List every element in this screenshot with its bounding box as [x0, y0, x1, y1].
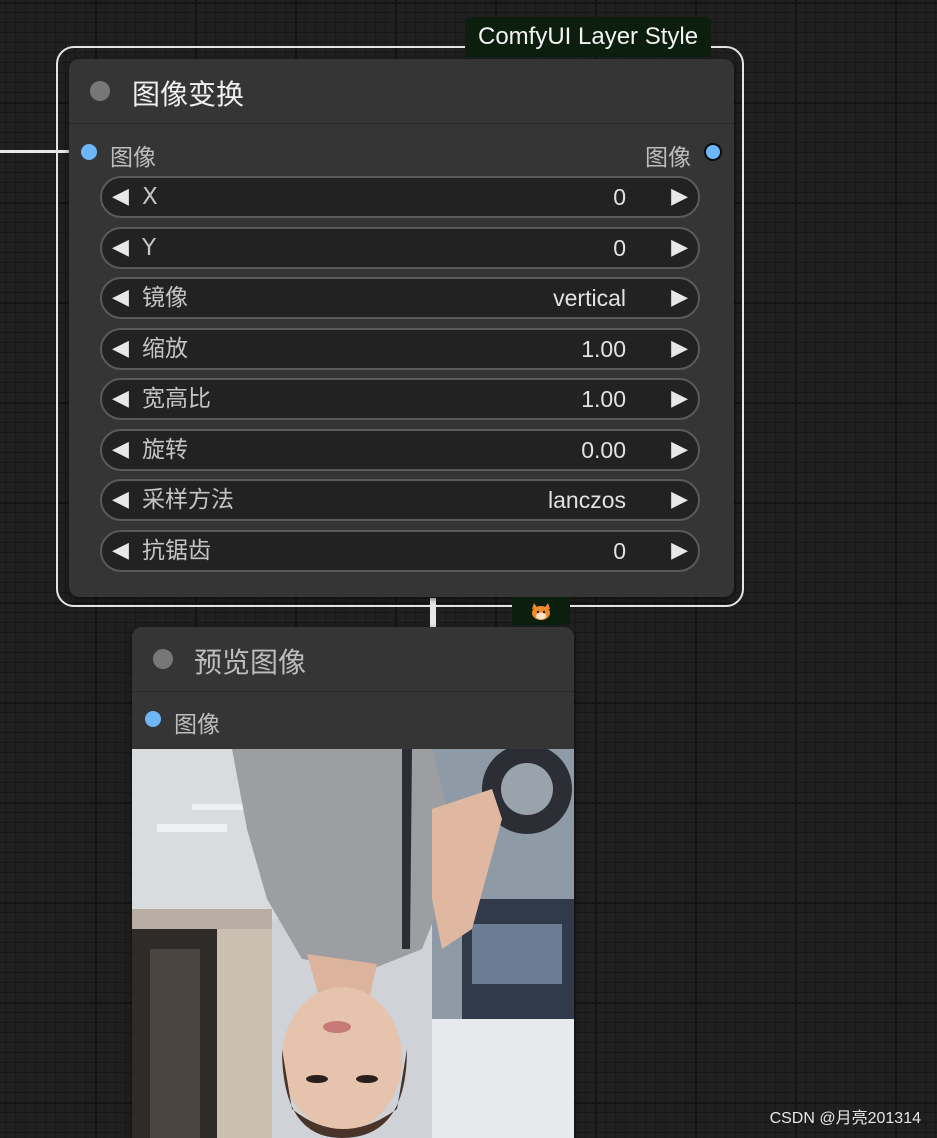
decrement-arrow-icon[interactable]: ◀	[112, 279, 129, 317]
decrement-arrow-icon[interactable]: ◀	[112, 380, 129, 418]
increment-arrow-icon[interactable]: ▶	[671, 481, 688, 519]
increment-arrow-icon[interactable]: ▶	[671, 229, 688, 267]
widget-value[interactable]: 0	[613, 229, 626, 267]
image-transform-node[interactable]: 图像变换 图像 图像 ◀ X 0 ▶ ◀ Y 0 ▶ ◀ 镜像 vertical…	[69, 59, 734, 597]
widget-value[interactable]: 1.00	[581, 330, 626, 368]
widget-label: 抗锯齿	[142, 538, 211, 564]
widget-value[interactable]: vertical	[553, 279, 626, 317]
widget-label: 采样方法	[142, 487, 234, 513]
node-header[interactable]: 图像变换	[69, 59, 734, 124]
increment-arrow-icon[interactable]: ▶	[671, 380, 688, 418]
widget-label: Y	[142, 235, 157, 261]
increment-arrow-icon[interactable]: ▶	[671, 330, 688, 368]
decrement-arrow-icon[interactable]: ◀	[112, 532, 129, 570]
decrement-arrow-icon[interactable]: ◀	[112, 330, 129, 368]
widget-label: 宽高比	[142, 386, 211, 412]
node-title: 图像变换	[132, 78, 245, 111]
watermark: CSDN @月亮201314	[769, 1110, 921, 1127]
input-slot-label: 图像	[110, 145, 156, 171]
increment-arrow-icon[interactable]: ▶	[671, 178, 688, 216]
widget-label: 缩放	[142, 336, 188, 362]
output-slot-label: 图像	[645, 145, 691, 171]
decrement-arrow-icon[interactable]: ◀	[112, 229, 129, 267]
decrement-arrow-icon[interactable]: ◀	[112, 481, 129, 519]
input-slot-icon[interactable]	[145, 711, 161, 727]
widget-x[interactable]: ◀ X 0 ▶	[100, 176, 700, 218]
widget-value[interactable]: 1.00	[581, 380, 626, 418]
collapse-dot-icon[interactable]	[90, 81, 110, 101]
widget-label: 旋转	[142, 437, 188, 463]
widget-antialias[interactable]: ◀ 抗锯齿 0 ▶	[100, 530, 700, 572]
widget-aspect-ratio[interactable]: ◀ 宽高比 1.00 ▶	[100, 378, 700, 420]
collapse-dot-icon[interactable]	[153, 649, 173, 669]
increment-arrow-icon[interactable]: ▶	[671, 279, 688, 317]
input-slot-icon[interactable]	[81, 144, 97, 160]
widget-value[interactable]: 0	[613, 178, 626, 216]
widget-label: X	[142, 184, 158, 210]
node-header[interactable]: 预览图像	[132, 627, 574, 692]
fox-icon	[512, 597, 570, 625]
group-title[interactable]: ComfyUI Layer Style	[465, 17, 712, 57]
input-slot-label: 图像	[174, 712, 220, 738]
decrement-arrow-icon[interactable]: ◀	[112, 431, 129, 469]
widget-value[interactable]: 0	[613, 532, 626, 570]
widget-value[interactable]: 0.00	[581, 431, 626, 469]
decrement-arrow-icon[interactable]: ◀	[112, 178, 129, 216]
widget-sampling-method[interactable]: ◀ 采样方法 lanczos ▶	[100, 479, 700, 521]
widget-label: 镜像	[142, 285, 188, 311]
increment-arrow-icon[interactable]: ▶	[671, 532, 688, 570]
increment-arrow-icon[interactable]: ▶	[671, 431, 688, 469]
preview-image	[132, 749, 574, 1138]
widget-value[interactable]: lanczos	[548, 481, 626, 519]
widget-y[interactable]: ◀ Y 0 ▶	[100, 227, 700, 269]
output-slot-icon[interactable]	[704, 143, 722, 161]
widget-scale[interactable]: ◀ 缩放 1.00 ▶	[100, 328, 700, 370]
node-title: 预览图像	[194, 646, 307, 679]
widget-mirror[interactable]: ◀ 镜像 vertical ▶	[100, 277, 700, 319]
widget-rotate[interactable]: ◀ 旋转 0.00 ▶	[100, 429, 700, 471]
